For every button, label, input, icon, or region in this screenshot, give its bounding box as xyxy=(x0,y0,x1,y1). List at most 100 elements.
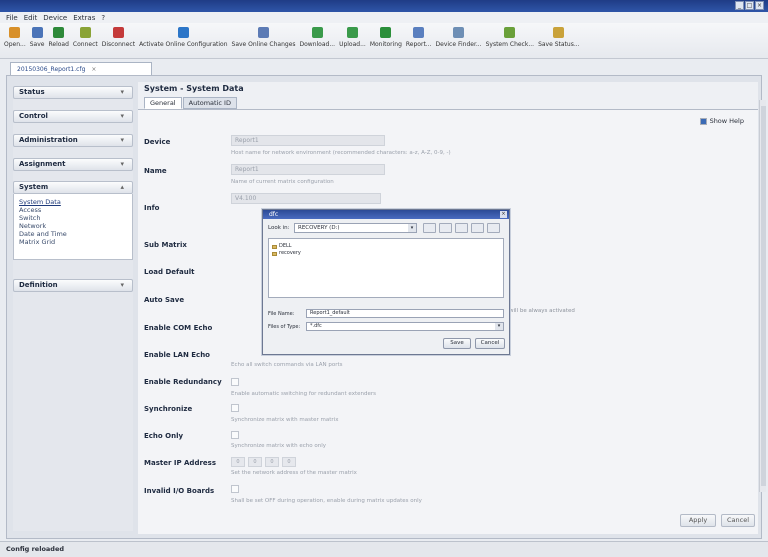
dialog-cancel-button[interactable]: Cancel xyxy=(475,338,505,349)
toolbar-button-upload[interactable]: Upload... xyxy=(339,23,366,48)
toolbar-button-open[interactable]: Open... xyxy=(4,23,26,48)
show-help-toggle[interactable]: Show Help xyxy=(699,117,744,125)
menu-file[interactable]: File xyxy=(6,14,18,22)
toolbar-button-system-check[interactable]: System Check... xyxy=(486,23,534,48)
name-help: Name of current matrix configuration xyxy=(231,179,334,185)
toolbar-button-disconnect[interactable]: Disconnect xyxy=(102,23,135,48)
sidebar-section-administration[interactable]: Administration ▾ xyxy=(13,134,133,147)
close-icon[interactable]: × xyxy=(500,211,507,218)
partial-help-note: will be always activated xyxy=(509,308,575,314)
menu-extras[interactable]: Extras xyxy=(73,14,95,22)
file-type-dropdown[interactable]: *.dfc ▾ xyxy=(306,322,504,331)
details-view-icon[interactable] xyxy=(487,223,500,233)
file-name-input[interactable]: Report1_default xyxy=(306,309,504,318)
master-ip-field: 0 0 0 0 xyxy=(231,457,296,467)
toolbar-button-label: Device Finder... xyxy=(435,41,482,48)
name-field[interactable]: Report1 xyxy=(231,164,385,175)
list-item-label: recovery xyxy=(279,250,301,256)
system-items-list: System Data Access Switch Network Date a… xyxy=(13,194,133,260)
echo-only-checkbox[interactable] xyxy=(231,431,239,439)
sidebar-item-switch[interactable]: Switch xyxy=(19,214,132,222)
toolbar-button-reload[interactable]: Reload xyxy=(48,23,69,48)
sidebar-section-label: Administration xyxy=(19,136,78,144)
menu-help[interactable]: ? xyxy=(101,14,105,22)
file-tab-label: 20150306_Report1.cfg xyxy=(17,65,86,73)
toolbar-button-save[interactable]: Save xyxy=(29,23,45,48)
list-item[interactable]: recovery xyxy=(272,250,500,257)
apply-button[interactable]: Apply xyxy=(680,514,716,527)
disconnect-icon xyxy=(112,27,124,38)
download-icon xyxy=(311,27,323,38)
list-view-icon[interactable] xyxy=(471,223,484,233)
page-title: System - System Data xyxy=(144,84,244,93)
sidebar-section-status[interactable]: Status ▾ xyxy=(13,86,133,99)
enable-lan-echo-help: Echo all switch commands via LAN ports xyxy=(231,362,343,368)
toolbar-button-report[interactable]: Report... xyxy=(406,23,432,48)
maximize-button[interactable]: □ xyxy=(745,1,754,10)
ip-octet-2[interactable]: 0 xyxy=(248,457,262,467)
chevron-down-icon: ▾ xyxy=(120,281,124,289)
sidebar-item-system-data[interactable]: System Data xyxy=(19,198,132,206)
sidebar-item-access[interactable]: Access xyxy=(19,206,132,214)
device-field[interactable]: Report1 xyxy=(231,135,385,146)
toolbar-button-label: Disconnect xyxy=(101,41,136,48)
dialog-toolbar xyxy=(423,223,500,233)
new-folder-icon[interactable] xyxy=(455,223,468,233)
sub-matrix-label: Sub Matrix xyxy=(144,241,187,249)
invalid-io-checkbox[interactable] xyxy=(231,485,239,493)
close-button[interactable]: × xyxy=(755,1,764,10)
enable-redundancy-checkbox[interactable] xyxy=(231,378,239,386)
tab-general[interactable]: General xyxy=(144,97,182,109)
toolbar-button-activate[interactable]: Activate Online Configuration xyxy=(139,23,228,48)
toolbar-button-connect[interactable]: Connect xyxy=(73,23,98,48)
enable-redundancy-help: Enable automatic switching for redundant… xyxy=(231,391,376,397)
look-in-dropdown[interactable]: RECOVERY (D:) ▾ xyxy=(294,223,417,233)
close-tab-icon[interactable]: × xyxy=(91,66,96,73)
checkbox-icon[interactable] xyxy=(699,117,707,125)
sidebar-section-assignment[interactable]: Assignment ▾ xyxy=(13,158,133,171)
dialog-title-bar: dfc × xyxy=(263,210,509,219)
dialog-save-button[interactable]: Save xyxy=(443,338,471,349)
toolbar-button-label: Reload xyxy=(48,41,69,48)
monitoring-icon xyxy=(380,27,392,38)
toolbar-button-save-status[interactable]: Save Status... xyxy=(538,23,580,48)
sidebar-section-system[interactable]: System ▴ xyxy=(13,181,133,194)
sidebar-section-definition[interactable]: Definition ▾ xyxy=(13,279,133,292)
show-help-label: Show Help xyxy=(709,117,744,125)
toolbar-button-label: Save xyxy=(29,41,45,48)
list-item-label: DELL xyxy=(279,243,292,249)
enable-redundancy-label: Enable Redundancy xyxy=(144,378,222,386)
ip-octet-3[interactable]: 0 xyxy=(265,457,279,467)
sidebar: Status ▾ Control ▾ Administration ▾ Assignm… xyxy=(13,86,133,531)
sidebar-item-matrix-grid[interactable]: Matrix Grid xyxy=(19,238,132,246)
toolbar-button-label: Open... xyxy=(4,41,26,48)
sidebar-item-date-time[interactable]: Date and Time xyxy=(19,230,132,238)
minimize-button[interactable]: _ xyxy=(735,1,744,10)
sidebar-section-control[interactable]: Control ▾ xyxy=(13,110,133,123)
toolbar-button-monitoring[interactable]: Monitoring xyxy=(370,23,402,48)
toolbar-button-save-online[interactable]: Save Online Changes xyxy=(232,23,296,48)
vertical-scrollbar[interactable] xyxy=(759,100,766,492)
list-item[interactable]: DELL xyxy=(272,243,500,250)
toolbar-button-label: Report... xyxy=(405,41,432,48)
sidebar-item-network[interactable]: Network xyxy=(19,222,132,230)
tab-automatic-id[interactable]: Automatic ID xyxy=(182,97,237,109)
cancel-button[interactable]: Cancel xyxy=(721,514,755,527)
scrollbar-thumb[interactable] xyxy=(761,106,766,486)
synchronize-label: Synchronize xyxy=(144,405,193,413)
synchronize-checkbox[interactable] xyxy=(231,404,239,412)
toolbar-button-device-finder[interactable]: Device Finder... xyxy=(436,23,482,48)
home-icon[interactable] xyxy=(439,223,452,233)
menu-device[interactable]: Device xyxy=(43,14,67,22)
file-tab[interactable]: 20150306_Report1.cfg × xyxy=(10,62,152,75)
ip-octet-1[interactable]: 0 xyxy=(231,457,245,467)
toolbar-button-download[interactable]: Download... xyxy=(300,23,335,48)
menu-edit[interactable]: Edit xyxy=(24,14,38,22)
toolbar-button-label: System Check... xyxy=(485,41,535,48)
up-folder-icon[interactable] xyxy=(423,223,436,233)
chevron-up-icon: ▴ xyxy=(120,183,124,191)
tab-bar: General Automatic ID xyxy=(144,97,238,109)
sidebar-section-label: Control xyxy=(19,112,48,120)
folder-icon xyxy=(272,251,277,256)
ip-octet-4[interactable]: 0 xyxy=(282,457,296,467)
